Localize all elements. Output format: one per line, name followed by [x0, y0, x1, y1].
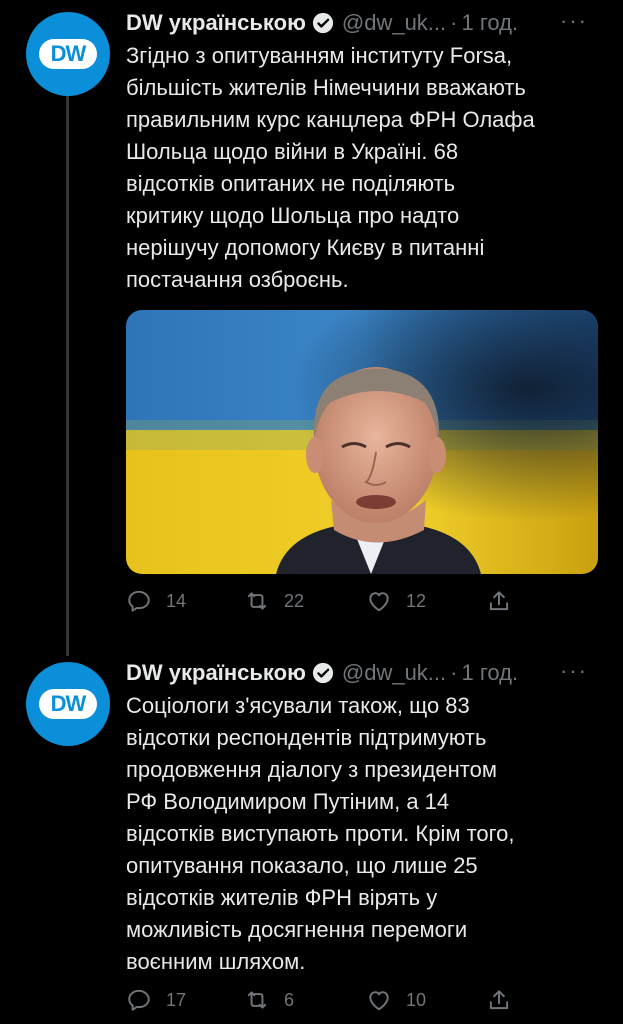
- avatar[interactable]: DW: [26, 662, 110, 746]
- tweet-header: DW українською @dw_uk... · 1 год. ···: [126, 8, 606, 38]
- tweet-image[interactable]: [126, 310, 598, 574]
- share-button[interactable]: [486, 588, 526, 614]
- like-button[interactable]: 10: [366, 987, 426, 1013]
- like-button[interactable]: 12: [366, 588, 426, 614]
- retweet-icon: [247, 991, 267, 1009]
- tweet-text: Соціологи з'ясували також, що 83 відсотк…: [126, 693, 515, 974]
- separator-dot: ·: [450, 660, 458, 685]
- share-icon: [489, 591, 509, 611]
- tweet-header: DW українською @dw_uk... · 1 год. ···: [126, 658, 606, 688]
- share-icon: [489, 990, 509, 1010]
- reply-icon: [128, 989, 150, 1011]
- tweet-text: Згідно з опитуванням інституту Forsa, бі…: [126, 43, 535, 292]
- timestamp[interactable]: 1 год.: [461, 660, 518, 686]
- author-handle[interactable]: @dw_uk...: [342, 660, 446, 686]
- author-handle[interactable]: @dw_uk...: [342, 10, 446, 36]
- avatar[interactable]: DW: [26, 12, 110, 96]
- retweet-button[interactable]: 6: [244, 987, 294, 1013]
- like-count: 10: [406, 989, 427, 1010]
- author-name[interactable]: DW українською: [126, 10, 306, 36]
- retweet-button[interactable]: 22: [244, 588, 304, 614]
- verified-badge-icon: [312, 12, 334, 34]
- tweet-actions: 14 22 12: [126, 588, 526, 618]
- tweet-actions: 17 6 10: [126, 987, 526, 1017]
- reply-count: 14: [166, 590, 187, 611]
- dw-logo-icon: DW: [39, 689, 97, 719]
- like-icon: [369, 991, 389, 1011]
- timestamp[interactable]: 1 год.: [461, 10, 518, 36]
- author-name[interactable]: DW українською: [126, 660, 306, 686]
- reply-button[interactable]: 14: [126, 588, 186, 614]
- more-options-icon[interactable]: ···: [560, 658, 588, 684]
- reply-icon: [128, 590, 150, 612]
- dw-logo-icon: DW: [39, 39, 97, 69]
- verified-badge-icon: [312, 662, 334, 684]
- share-button[interactable]: [486, 987, 526, 1013]
- more-options-icon[interactable]: ···: [560, 8, 588, 34]
- retweet-count: 6: [284, 989, 295, 1010]
- retweet-count: 22: [284, 590, 305, 611]
- reply-button[interactable]: 17: [126, 987, 186, 1013]
- like-count: 12: [406, 590, 427, 611]
- like-icon: [369, 592, 389, 612]
- retweet-icon: [247, 592, 267, 610]
- separator-dot: ·: [450, 10, 458, 35]
- tweet[interactable]: DW DW українською @dw_uk... · 1 год. ···…: [0, 0, 623, 640]
- reply-count: 17: [166, 989, 187, 1010]
- tweet[interactable]: DW DW українською @dw_uk... · 1 год. ···…: [0, 650, 623, 1024]
